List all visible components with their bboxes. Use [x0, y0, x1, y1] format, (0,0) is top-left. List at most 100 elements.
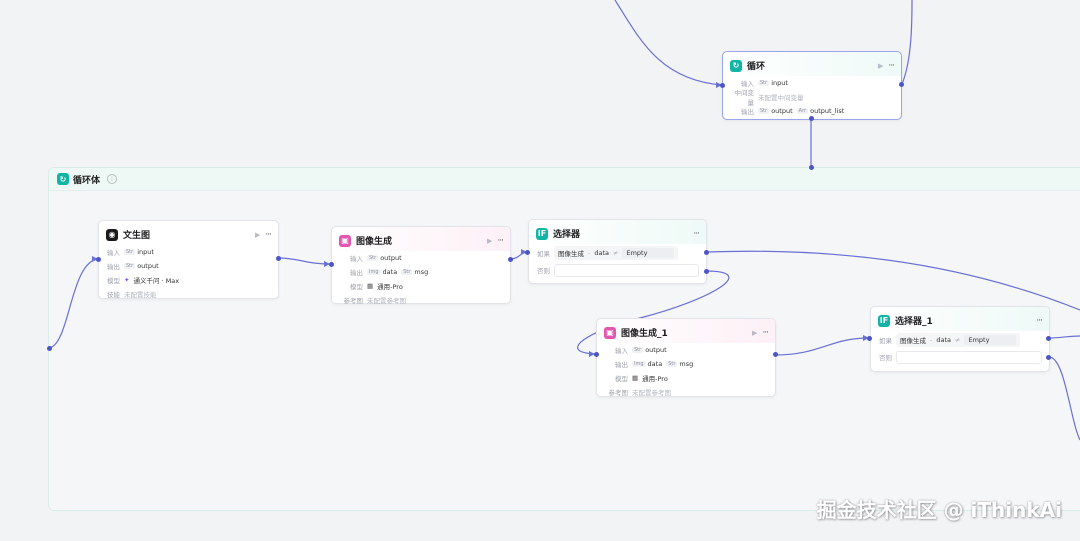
loop-body-port[interactable] [809, 116, 814, 121]
skill-value: 未配置技能 [124, 291, 157, 299]
input-value: output [380, 254, 402, 262]
wenshengtu-title: 文生图 [123, 231, 151, 241]
cond-value: Empty [964, 335, 1017, 345]
wenshengtu-out-port[interactable] [276, 256, 281, 261]
more-icon[interactable]: ··· [888, 61, 895, 71]
image-icon: ▣ [339, 234, 351, 247]
type-badge: Img [367, 269, 381, 275]
selector1-in-port[interactable] [867, 336, 872, 341]
imggen1-node[interactable]: ▣ 图像生成_1 ▶ ··· 输入 Str output 输出 Img data S… [596, 318, 776, 397]
output-row: 输出 Img data Str msg [332, 265, 510, 279]
workflow-canvas[interactable]: ↻ 循环体 i ↻ 循环 ▶ ··· 输入 Str input 中间变量 未配置… [0, 0, 1080, 541]
type-badge: Img [632, 361, 646, 367]
more-icon[interactable]: ··· [693, 229, 700, 239]
selector1-header: IF 选择器_1 ··· [871, 307, 1049, 331]
output-value: data [382, 268, 398, 276]
ref-row: 参考图 未配置参考图 [332, 293, 510, 307]
loop-var-row: 中间变量 未配置中间变量 [723, 89, 901, 107]
cond-var: 图像生成 [558, 250, 584, 258]
model-label: 模型 [107, 277, 120, 285]
else-row: 否则 [529, 262, 706, 278]
imggen1-in-port[interactable] [594, 352, 599, 357]
info-icon[interactable]: i [107, 174, 118, 184]
imggen-node[interactable]: ▣ 图像生成 ▶ ··· 输入 Str output 输出 Img data Str… [331, 226, 511, 307]
selector-in-port[interactable] [525, 250, 530, 255]
imggen1-out-port[interactable] [773, 352, 778, 357]
model-label: 模型 [350, 283, 363, 291]
output-row: 输出 Str output [99, 259, 278, 273]
input-label: 输入 [350, 255, 363, 263]
selector1-node[interactable]: IF 选择器_1 ··· 如果 图像生成 - data ≠ Empty 否则 [870, 306, 1050, 372]
if-label: 如果 [879, 337, 892, 345]
selector1-else-port[interactable] [1046, 355, 1051, 360]
input-row: 输入 Str output [597, 343, 775, 357]
output-value: output [771, 107, 793, 115]
ref-label: 参考图 [608, 389, 629, 397]
output-value: output_list [810, 107, 845, 115]
imggen-title: 图像生成 [356, 237, 393, 247]
if-label: 如果 [537, 250, 550, 258]
input-label: 输入 [107, 249, 120, 257]
imggen-out-port[interactable] [508, 257, 513, 262]
run-icon[interactable]: ▶ [487, 237, 492, 245]
else-box [554, 263, 699, 277]
loop-body-title: 循环体 [73, 175, 101, 186]
more-icon[interactable]: ··· [265, 230, 272, 240]
if-badge-icon: IF [536, 227, 548, 240]
more-icon[interactable]: ··· [762, 328, 769, 338]
input-value: input [137, 248, 154, 256]
model-value: 通义千问 · Max [133, 277, 180, 285]
type-badge: Str [632, 347, 644, 353]
more-icon[interactable]: ··· [497, 236, 504, 246]
condition[interactable]: 图像生成 - data ≠ Empty [554, 246, 679, 260]
imggen-in-port[interactable] [329, 262, 334, 267]
wenshengtu-header: ◉ 文生图 ▶ ··· [99, 221, 278, 245]
cond-field: data [594, 249, 610, 257]
type-badge: Str [758, 108, 770, 114]
loop-body-header: ↻ 循环体 i [49, 168, 1080, 191]
selector1-if-port[interactable] [1046, 336, 1051, 341]
more-icon[interactable]: ··· [1036, 316, 1043, 326]
cond-op: ≠ [955, 336, 961, 344]
cond-value: Empty [622, 248, 675, 258]
watermark: 掘金技术社区 @ iThinkAi [816, 498, 1062, 522]
selector1-title: 选择器_1 [895, 317, 933, 327]
selector-if-port[interactable] [704, 250, 709, 255]
output-label: 输出 [350, 269, 363, 277]
wenshengtu-node[interactable]: ◉ 文生图 ▶ ··· 输入 Str input 输出 Str output 模型 … [98, 220, 279, 299]
loop-input-port[interactable] [720, 83, 725, 88]
run-icon[interactable]: ▶ [878, 62, 883, 70]
model-row: 模型 ✦ 通义千问 · Max [99, 273, 278, 287]
cond-op: ≠ [613, 249, 619, 257]
model-value: 通用-Pro [377, 283, 403, 291]
selector-else-port[interactable] [704, 269, 709, 274]
type-badge: Str [367, 255, 379, 261]
output-label: 输出 [741, 108, 754, 116]
loop-node[interactable]: ↻ 循环 ▶ ··· 输入 Str input 中间变量 未配置中间变量 输出 S… [722, 51, 902, 120]
selector-node[interactable]: IF 选择器 ··· 如果 图像生成 - data ≠ Empty 否则 [528, 219, 707, 284]
loop-body-in-port[interactable] [809, 165, 814, 170]
model-row: 模型 ▦ 通用-Pro [597, 371, 775, 385]
type-badge: Str [666, 361, 678, 367]
image-gen-icon: ◉ [106, 228, 118, 241]
run-icon[interactable]: ▶ [752, 329, 757, 337]
loop-node-title: 循环 [747, 62, 766, 72]
model-label: 模型 [615, 375, 628, 383]
loop-start-port[interactable] [47, 346, 52, 351]
else-label: 否则 [879, 354, 892, 362]
type-badge: Arr [796, 108, 809, 114]
wenshengtu-in-port[interactable] [96, 257, 101, 262]
var-label: 中间变量 [734, 89, 755, 107]
output-value: msg [679, 360, 694, 368]
cond-field: data [936, 336, 952, 344]
selector-title: 选择器 [553, 230, 581, 240]
else-row: 否则 [871, 349, 1049, 365]
model-icon: ▦ [367, 282, 374, 290]
condition[interactable]: 图像生成 - data ≠ Empty [896, 333, 1021, 347]
output-value: output [137, 262, 159, 270]
edge-loop-out-top [901, 0, 913, 85]
run-icon[interactable]: ▶ [255, 231, 260, 239]
loop-output-port[interactable] [899, 82, 904, 87]
else-label: 否则 [537, 267, 550, 275]
imggen-header: ▣ 图像生成 ▶ ··· [332, 227, 510, 251]
